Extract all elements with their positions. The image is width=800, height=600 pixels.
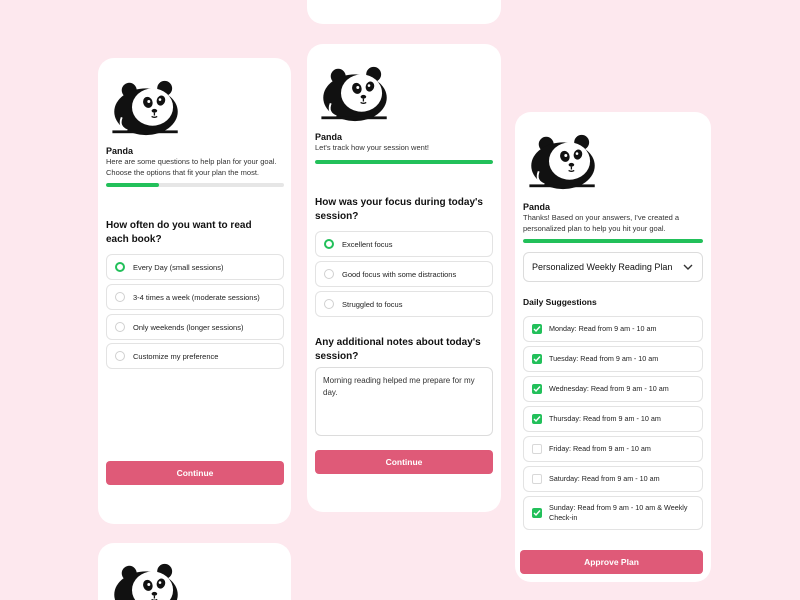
progress-fill (106, 183, 160, 187)
plan-select[interactable]: Personalized Weekly Reading Plan (523, 252, 703, 282)
checkbox-checked-icon (532, 508, 542, 518)
plan-select-value: Personalized Weekly Reading Plan (532, 262, 673, 272)
section-title: Daily Suggestions (523, 297, 597, 307)
continue-button[interactable]: Continue (106, 461, 284, 485)
bot-name: Panda (523, 202, 551, 212)
panda-logo-icon (317, 66, 393, 122)
progress-bar (315, 160, 493, 164)
intro-text: Let's track how your session went! (315, 143, 429, 152)
radio-icon (115, 322, 125, 332)
checklist-item-wednesday[interactable]: Wednesday: Read from 9 am - 10 am (523, 376, 703, 402)
chevron-down-icon (683, 264, 693, 270)
checklist-label: Friday: Read from 9 am - 10 am (549, 444, 651, 453)
partial-card-bottom (98, 543, 291, 600)
panda-logo-icon (108, 80, 184, 136)
radio-icon (324, 299, 334, 309)
progress-fill (315, 160, 493, 164)
option-label: 3-4 times a week (moderate sessions) (133, 292, 260, 302)
card-session-tracking: Panda Let's track how your session went!… (307, 44, 501, 512)
card-reading-plan: Panda Thanks! Based on your answers, I'v… (515, 112, 711, 582)
checklist-label: Monday: Read from 9 am - 10 am (549, 324, 657, 333)
option-label: Excellent focus (342, 239, 393, 249)
card-reading-frequency: Panda Here are some questions to help pl… (98, 58, 291, 524)
radio-selected-icon (324, 239, 334, 249)
option-good-focus[interactable]: Good focus with some distractions (315, 261, 493, 287)
checkbox-checked-icon (532, 354, 542, 364)
partial-card-top (307, 0, 501, 24)
option-label: Good focus with some distractions (342, 269, 457, 279)
checklist-item-tuesday[interactable]: Tuesday: Read from 9 am - 10 am (523, 346, 703, 372)
checkbox-icon (532, 444, 542, 454)
continue-button[interactable]: Continue (315, 450, 493, 474)
intro-text: Thanks! Based on your answers, I've crea… (523, 213, 680, 233)
option-label: Only weekends (longer sessions) (133, 322, 244, 332)
option-struggled[interactable]: Struggled to focus (315, 291, 493, 317)
checklist-label: Wednesday: Read from 9 am - 10 am (549, 384, 669, 393)
option-every-day[interactable]: Every Day (small sessions) (106, 254, 284, 280)
radio-selected-icon (115, 262, 125, 272)
option-3-4-times[interactable]: 3-4 times a week (moderate sessions) (106, 284, 284, 310)
checklist-item-saturday[interactable]: Saturday: Read from 9 am - 10 am (523, 466, 703, 492)
radio-icon (115, 292, 125, 302)
checkbox-checked-icon (532, 384, 542, 394)
checkbox-icon (532, 474, 542, 484)
checklist-label: Thursday: Read from 9 am - 10 am (549, 414, 661, 423)
radio-icon (115, 351, 125, 361)
question-text: How often do you want to read each book? (106, 220, 252, 245)
approve-plan-button[interactable]: Approve Plan (520, 550, 703, 574)
checklist-label: Saturday: Read from 9 am - 10 am (549, 474, 660, 483)
bot-name: Panda (315, 132, 343, 142)
bot-name: Panda (106, 146, 134, 156)
checklist-item-sunday[interactable]: Sunday: Read from 9 am - 10 am & Weekly … (523, 496, 703, 530)
checklist-item-friday[interactable]: Friday: Read from 9 am - 10 am (523, 436, 703, 462)
option-customize[interactable]: Customize my preference (106, 343, 284, 369)
question-text: How was your focus during today's sessio… (315, 197, 483, 222)
checklist-item-thursday[interactable]: Thursday: Read from 9 am - 10 am (523, 406, 703, 432)
option-label: Struggled to focus (342, 299, 403, 309)
progress-bar (106, 183, 284, 187)
notes-question: Any additional notes about today's sessi… (315, 337, 481, 362)
checkbox-checked-icon (532, 414, 542, 424)
progress-bar (523, 239, 703, 243)
panda-logo-icon (108, 563, 184, 600)
radio-icon (324, 269, 334, 279)
checklist-item-monday[interactable]: Monday: Read from 9 am - 10 am (523, 316, 703, 342)
checklist-label: Tuesday: Read from 9 am - 10 am (549, 354, 659, 363)
option-excellent-focus[interactable]: Excellent focus (315, 231, 493, 257)
progress-fill (523, 239, 703, 243)
option-label: Every Day (small sessions) (133, 262, 224, 272)
option-label: Customize my preference (133, 351, 219, 361)
checklist-label: Sunday: Read from 9 am - 10 am & Weekly … (549, 503, 688, 522)
panda-logo-icon (525, 134, 601, 190)
checkbox-checked-icon (532, 324, 542, 334)
notes-textarea[interactable]: Morning reading helped me prepare for my… (315, 367, 493, 436)
option-weekends[interactable]: Only weekends (longer sessions) (106, 314, 284, 340)
intro-text: Here are some questions to help plan for… (106, 157, 277, 177)
